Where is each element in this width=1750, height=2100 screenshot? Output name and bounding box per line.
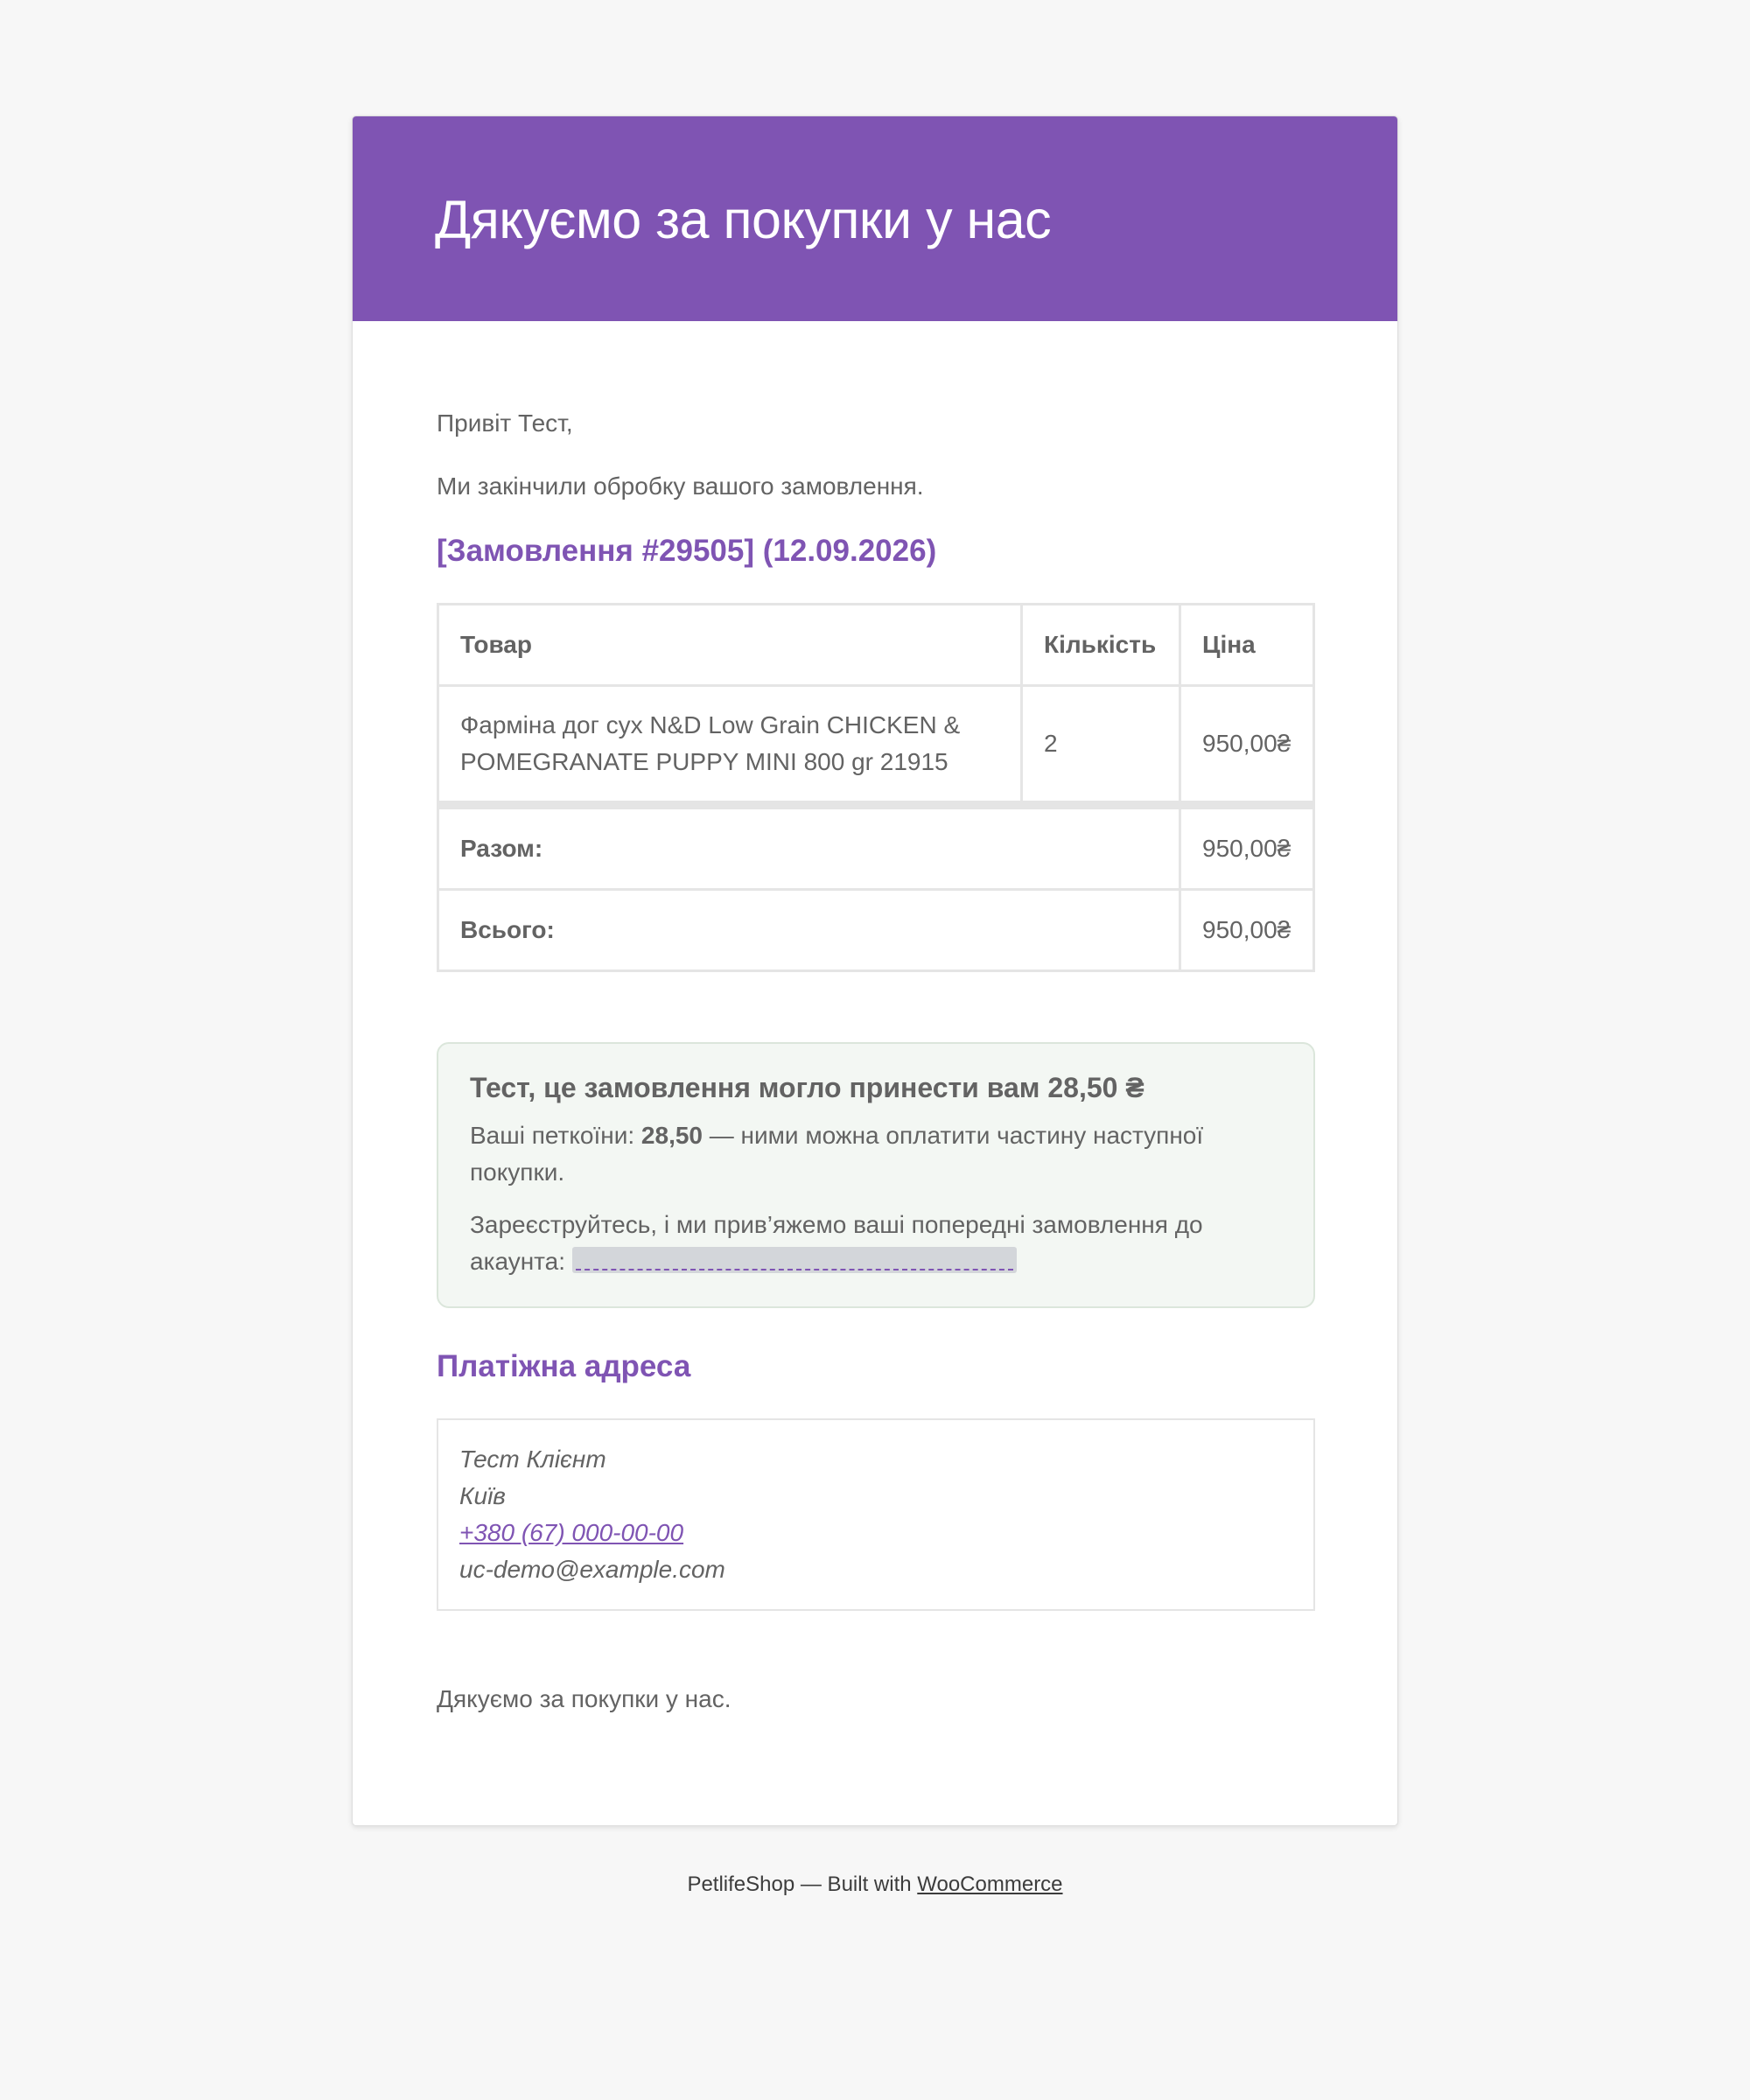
greeting-text: Привіт Тест,: [437, 410, 573, 437]
footer-woocommerce-link[interactable]: WooCommerce: [917, 1872, 1062, 1896]
header-product: Товар: [437, 602, 1023, 687]
email-header: Дякуємо за покупки у нас: [353, 116, 1397, 321]
header-quantity: Кількість: [1020, 602, 1181, 687]
subtotal-row: Разом: 950,00₴: [437, 800, 1315, 891]
table-row: Фарміна дог сух N&D Low Grain CHICKEN & …: [437, 683, 1315, 806]
loyalty-promo-box: Тест, це замовлення могло принести вам 2…: [437, 1041, 1315, 1309]
billing-name: Тест Клієнт: [459, 1445, 606, 1473]
points-value: 28,50: [640, 1122, 703, 1150]
item-quantity: 2: [1020, 683, 1181, 806]
total-label: Всього:: [437, 887, 1181, 972]
billing-city: Київ: [459, 1481, 506, 1509]
table-header-row: Товар Кількість Ціна: [437, 602, 1315, 687]
item-price: 950,00₴: [1179, 683, 1315, 806]
promo-title: Тест, це замовлення могло принести вам 2…: [470, 1071, 1144, 1103]
email-container: Дякуємо за покупки у нас Привіт Тест, Ми…: [352, 116, 1398, 1826]
total-row: Всього: 950,00₴: [437, 887, 1315, 972]
footer-shop-name: PetlifeShop: [687, 1872, 795, 1896]
billing-email: uc-demo@example.com: [459, 1555, 725, 1583]
register-link[interactable]: [571, 1247, 1017, 1274]
closing-text: Дякуємо за покупки у нас.: [437, 1684, 732, 1712]
total-value: 950,00₴: [1179, 887, 1315, 972]
intro-text: Ми закінчили обробку вашого замовлення.: [437, 472, 924, 500]
promo-register-text: Зареєструйтесь, і ми прив’яжемо ваші поп…: [470, 1207, 1282, 1280]
header-price: Ціна: [1179, 602, 1315, 687]
item-product-name: Фарміна дог сух N&D Low Grain CHICKEN & …: [437, 683, 1023, 806]
order-table: Товар Кількість Ціна Фарміна дог сух N&D…: [437, 602, 1315, 972]
billing-address: Тест Клієнт Київ +380 (67) 000-00-00 uc-…: [437, 1418, 1315, 1611]
email-content: Привіт Тест, Ми закінчили обробку вашого…: [353, 321, 1397, 1718]
email-footer: PetlifeShop — Built with WooCommerce: [0, 1869, 1750, 1900]
billing-phone-link[interactable]: +380 (67) 000-00-00: [459, 1519, 683, 1546]
billing-heading: Платіжна адреса: [437, 1349, 691, 1384]
email-title: Дякуємо за покупки у нас: [435, 190, 1052, 249]
footer-built-with: — Built with: [800, 1872, 912, 1896]
subtotal-value: 950,00₴: [1179, 800, 1315, 891]
points-prefix: Ваші петкоїни:: [470, 1122, 635, 1150]
order-heading[interactable]: [Замовлення #29505] (12.09.2026): [437, 531, 1313, 571]
promo-points-text: Ваші петкоїни: 28,50 — ними можна оплати…: [470, 1117, 1282, 1191]
subtotal-label: Разом:: [437, 800, 1181, 891]
